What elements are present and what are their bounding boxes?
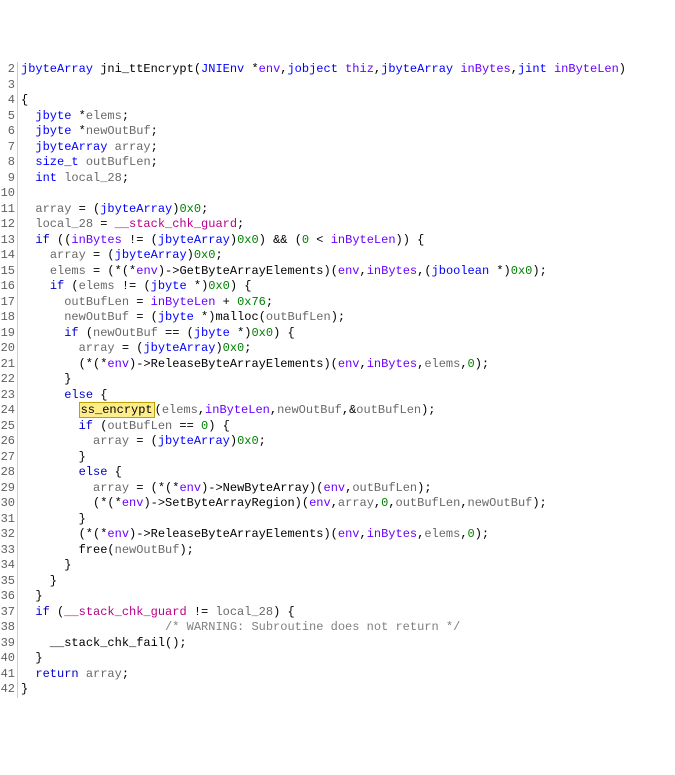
code-line[interactable]: return array; (21, 667, 675, 683)
code-line[interactable]: jbyteArray jni_ttEncrypt(JNIEnv *env,job… (21, 62, 675, 78)
code-line[interactable]: newOutBuf = (jbyte *)malloc(outBufLen); (21, 310, 675, 326)
code-line[interactable]: array = (jbyteArray)0x0; (21, 202, 675, 218)
line-number: 10 (0, 186, 15, 202)
code-line[interactable]: } (21, 589, 675, 605)
code-line[interactable]: if (__stack_chk_guard != local_28) { (21, 605, 675, 621)
line-number: 20 (0, 341, 15, 357)
code-line[interactable]: /* WARNING: Subroutine does not return *… (21, 620, 675, 636)
line-number: 42 (0, 682, 15, 698)
line-number: 7 (0, 140, 15, 156)
code-line[interactable]: __stack_chk_fail(); (21, 636, 675, 652)
line-number: 34 (0, 558, 15, 574)
line-number: 19 (0, 326, 15, 342)
highlighted-call: ss_encrypt (79, 402, 155, 418)
line-number: 12 (0, 217, 15, 233)
code-line[interactable]: { (21, 93, 675, 109)
line-number: 2 (0, 62, 15, 78)
code-line[interactable]: outBufLen = inByteLen + 0x76; (21, 295, 675, 311)
line-number: 41 (0, 667, 15, 683)
line-number: 31 (0, 512, 15, 528)
line-number: 13 (0, 233, 15, 249)
line-number: 15 (0, 264, 15, 280)
line-number: 38 (0, 620, 15, 636)
code-line[interactable]: jbyteArray array; (21, 140, 675, 156)
code-line[interactable]: if (elems != (jbyte *)0x0) { (21, 279, 675, 295)
code-line[interactable]: } (21, 558, 675, 574)
code-line[interactable] (21, 186, 675, 202)
code-line[interactable]: free(newOutBuf); (21, 543, 675, 559)
code-line[interactable]: else { (21, 465, 675, 481)
code-line[interactable]: } (21, 372, 675, 388)
line-number: 37 (0, 605, 15, 621)
line-number: 21 (0, 357, 15, 373)
line-number: 16 (0, 279, 15, 295)
line-number: 11 (0, 202, 15, 218)
code-line[interactable]: } (21, 512, 675, 528)
line-number: 36 (0, 589, 15, 605)
line-number: 33 (0, 543, 15, 559)
line-number: 28 (0, 465, 15, 481)
code-line[interactable]: (*(*env)->SetByteArrayRegion)(env,array,… (21, 496, 675, 512)
line-number: 14 (0, 248, 15, 264)
line-number: 4 (0, 93, 15, 109)
line-number: 22 (0, 372, 15, 388)
line-number: 24 (0, 403, 15, 419)
line-number: 27 (0, 450, 15, 466)
code-line[interactable]: (*(*env)->ReleaseByteArrayElements)(env,… (21, 357, 675, 373)
code-line[interactable]: } (21, 574, 675, 590)
line-number: 6 (0, 124, 15, 140)
line-number: 25 (0, 419, 15, 435)
code-line[interactable]: } (21, 651, 675, 667)
line-number: 30 (0, 496, 15, 512)
line-number: 39 (0, 636, 15, 652)
code-line[interactable]: jbyte *elems; (21, 109, 675, 125)
code-line[interactable]: if ((inBytes != (jbyteArray)0x0) && (0 <… (21, 233, 675, 249)
code-line[interactable]: array = (jbyteArray)0x0; (21, 248, 675, 264)
line-number: 40 (0, 651, 15, 667)
code-line[interactable]: size_t outBufLen; (21, 155, 675, 171)
line-number: 8 (0, 155, 15, 171)
code-line[interactable]: array = (*(*env)->NewByteArray)(env,outB… (21, 481, 675, 497)
code-line[interactable]: } (21, 450, 675, 466)
code-line[interactable]: } (21, 682, 675, 698)
code-line[interactable]: if (outBufLen == 0) { (21, 419, 675, 435)
line-number: 9 (0, 171, 15, 187)
code-line[interactable]: elems = (*(*env)->GetByteArrayElements)(… (21, 264, 675, 280)
code-line[interactable]: local_28 = __stack_chk_guard; (21, 217, 675, 233)
line-number: 26 (0, 434, 15, 450)
line-number: 3 (0, 78, 15, 94)
line-number: 35 (0, 574, 15, 590)
code-line[interactable]: array = (jbyteArray)0x0; (21, 434, 675, 450)
line-number: 18 (0, 310, 15, 326)
code-area[interactable]: jbyteArray jni_ttEncrypt(JNIEnv *env,job… (18, 62, 675, 698)
code-line[interactable]: jbyte *newOutBuf; (21, 124, 675, 140)
line-number: 5 (0, 109, 15, 125)
code-line[interactable]: if (newOutBuf == (jbyte *)0x0) { (21, 326, 675, 342)
line-number: 29 (0, 481, 15, 497)
line-number: 17 (0, 295, 15, 311)
code-line[interactable]: (*(*env)->ReleaseByteArrayElements)(env,… (21, 527, 675, 543)
line-number: 23 (0, 388, 15, 404)
code-line[interactable]: int local_28; (21, 171, 675, 187)
code-line[interactable]: array = (jbyteArray)0x0; (21, 341, 675, 357)
code-line[interactable] (21, 78, 675, 94)
line-number: 32 (0, 527, 15, 543)
code-line[interactable]: else { (21, 388, 675, 404)
line-number-gutter: 2345678910111213141516171819202122232425… (0, 62, 18, 698)
code-line[interactable]: ss_encrypt(elems,inByteLen,newOutBuf,&ou… (21, 403, 675, 419)
code-editor: 2345678910111213141516171819202122232425… (0, 62, 675, 698)
